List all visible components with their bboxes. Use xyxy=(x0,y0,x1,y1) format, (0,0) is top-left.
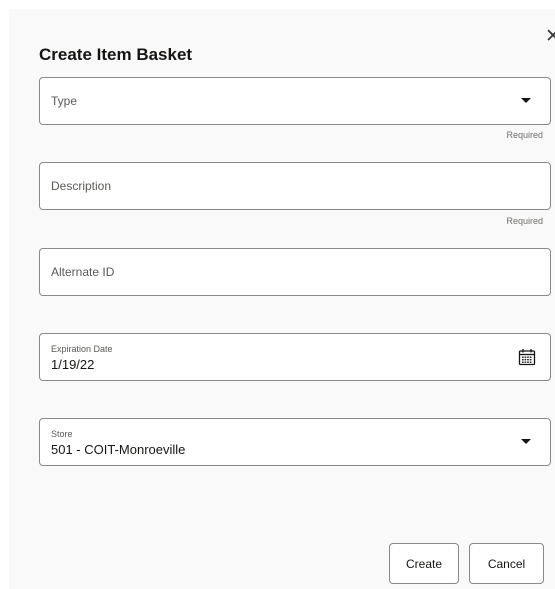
expiration-date-field[interactable]: Expiration Date 1/19/22 xyxy=(39,333,551,381)
description-placeholder: Description xyxy=(51,179,112,193)
close-icon[interactable]: ✕ xyxy=(544,27,555,47)
create-button[interactable]: Create xyxy=(389,543,459,584)
create-item-basket-dialog: ✕ Create Item Basket Type Required Descr… xyxy=(9,9,555,589)
description-field[interactable]: Description xyxy=(39,162,551,210)
dialog-title: Create Item Basket xyxy=(39,45,193,64)
store-label: Store xyxy=(51,429,73,439)
description-required-hint: Required xyxy=(506,216,543,226)
expiration-date-value: 1/19/22 xyxy=(51,357,95,372)
type-select[interactable]: Type xyxy=(39,77,551,125)
type-required-hint: Required xyxy=(506,130,543,140)
calendar-icon[interactable] xyxy=(518,348,536,366)
expiration-date-label: Expiration Date xyxy=(51,344,113,354)
type-placeholder: Type xyxy=(51,94,78,108)
alternate-id-field[interactable]: Alternate ID xyxy=(39,248,551,296)
chevron-down-icon[interactable] xyxy=(521,439,531,444)
store-value: 501 - COIT-Monroeville xyxy=(51,442,186,457)
store-select[interactable]: Store 501 - COIT-Monroeville xyxy=(39,418,551,466)
cancel-button[interactable]: Cancel xyxy=(469,543,544,584)
chevron-down-icon[interactable] xyxy=(521,98,531,103)
alternate-id-placeholder: Alternate ID xyxy=(51,265,115,279)
